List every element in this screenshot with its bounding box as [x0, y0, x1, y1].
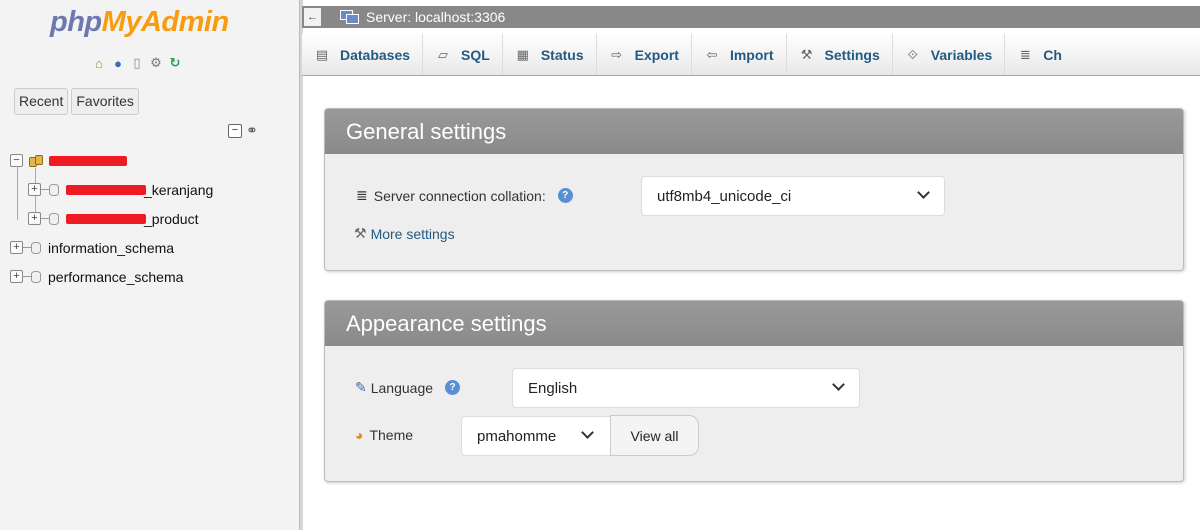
phpmyadmin-window: phpMyAdmin ⌂ ● ▯ ⚙ ↻ Recent Favorites − … — [0, 0, 1200, 530]
general-settings-title: General settings — [325, 109, 1183, 154]
language-icon: ✎ — [355, 379, 367, 395]
server-breadcrumb-bar: ← Server: localhost:3306 — [302, 6, 1200, 28]
view-all-themes-button[interactable]: View all — [610, 415, 699, 456]
home-icon[interactable]: ⌂ — [91, 55, 107, 71]
more-settings-link[interactable]: ⚒ More settings — [354, 225, 455, 242]
collapse-icon[interactable]: − — [10, 154, 23, 167]
tab-export[interactable]: ⇨ Export — [597, 34, 692, 75]
expand-icon[interactable]: + — [28, 183, 41, 196]
list-icon: ≣ — [356, 187, 368, 203]
chevron-down-icon — [917, 186, 930, 199]
theme-row: ◕ Theme — [355, 427, 413, 443]
redacted-label — [49, 155, 127, 166]
sidebar-resize-handle[interactable] — [300, 0, 303, 530]
language-row: ✎ Language ? — [355, 379, 461, 396]
settings-icon[interactable]: ⚙ — [148, 55, 164, 71]
language-label: Language — [370, 379, 434, 396]
wrench-icon: ⚒ — [354, 225, 367, 241]
redacted-label — [66, 213, 146, 224]
theme-icon: ◕ — [355, 427, 364, 443]
db-name[interactable]: _product — [144, 211, 198, 227]
tree-db-group[interactable]: − — [10, 146, 213, 175]
collapse-all-icon[interactable]: − — [228, 123, 242, 138]
tree-db-item[interactable]: + performance_schema — [10, 262, 213, 291]
quick-links: ⌂ ● ▯ ⚙ ↻ — [91, 55, 183, 71]
wrench-icon: ⚒ — [800, 46, 813, 62]
expand-icon[interactable]: + — [28, 212, 41, 225]
tab-databases[interactable]: ▤ Databases — [302, 34, 424, 75]
db-name[interactable]: performance_schema — [48, 269, 183, 285]
appearance-settings-panel: Appearance settings ✎ Language ? English… — [324, 300, 1184, 482]
favorites-tab[interactable]: Favorites — [71, 88, 139, 115]
db-name[interactable]: _keranjang — [144, 182, 213, 198]
redacted-label — [66, 184, 146, 195]
variables-icon: ⟐ — [907, 46, 918, 62]
import-icon: ⇦ — [706, 46, 718, 62]
tab-status[interactable]: ▦ Status — [503, 34, 597, 75]
database-icon: ▤ — [315, 46, 329, 62]
chevron-down-icon — [832, 378, 845, 391]
language-select[interactable]: English — [512, 368, 860, 408]
expand-icon[interactable]: + — [10, 241, 23, 254]
top-menu-tabs: ▤ Databases ▱ SQL ▦ Status ⇨ Export ⇦ Import … — [302, 34, 1200, 76]
appearance-settings-title: Appearance settings — [325, 301, 1183, 346]
tab-variables[interactable]: ⟐ Variables — [893, 34, 1006, 75]
navigation-sidebar: phpMyAdmin ⌂ ● ▯ ⚙ ↻ Recent Favorites − … — [0, 0, 303, 530]
sql-icon: ▱ — [438, 46, 449, 62]
tree-db-item[interactable]: + information_schema — [10, 233, 213, 262]
theme-label: Theme — [369, 427, 414, 443]
database-tree: − + _keranjang + _product + information_… — [10, 146, 213, 291]
tab-settings[interactable]: ⚒ Settings — [787, 34, 893, 75]
tab-import[interactable]: ⇦ Import — [692, 34, 787, 75]
server-icon — [340, 10, 360, 24]
database-icon — [49, 183, 59, 196]
tab-charsets[interactable]: ≣ Ch — [1005, 34, 1074, 75]
docs-icon[interactable]: ▯ — [129, 55, 145, 71]
collapse-sidebar-button[interactable]: ← — [304, 8, 321, 26]
collation-label: Server connection collation: — [373, 187, 546, 204]
tree-db-item[interactable]: + _keranjang — [10, 175, 213, 204]
phpmyadmin-logo[interactable]: phpMyAdmin — [50, 6, 229, 39]
chevron-down-icon — [581, 426, 594, 439]
database-icon — [49, 212, 59, 225]
theme-select[interactable]: pmahomme — [461, 416, 611, 456]
tree-db-item[interactable]: + _product — [10, 204, 213, 233]
reload-icon[interactable]: ↻ — [167, 55, 183, 71]
tree-tools: − ⚭ — [228, 122, 258, 139]
expand-icon[interactable]: + — [10, 270, 23, 283]
link-icon[interactable]: ⚭ — [246, 122, 258, 139]
db-name[interactable]: information_schema — [48, 240, 174, 256]
status-icon: ▦ — [516, 46, 529, 62]
help-icon[interactable]: ? — [445, 380, 461, 395]
tab-sql[interactable]: ▱ SQL — [423, 34, 503, 75]
sidebar-tabs: Recent Favorites — [14, 88, 139, 115]
database-icon — [31, 270, 41, 283]
export-icon: ⇨ — [611, 46, 623, 62]
database-icon — [31, 241, 41, 254]
exit-icon[interactable]: ● — [110, 55, 126, 71]
recent-tab[interactable]: Recent — [14, 88, 69, 115]
help-icon[interactable]: ? — [557, 188, 573, 203]
charsets-icon: ≣ — [1019, 46, 1031, 62]
database-group-icon — [27, 154, 45, 168]
collation-select[interactable]: utf8mb4_unicode_ci — [641, 176, 945, 216]
collation-row: ≣ Server connection collation: ? — [356, 187, 573, 204]
general-settings-panel: General settings ≣ Server connection col… — [324, 108, 1184, 271]
server-title[interactable]: Server: localhost:3306 — [366, 9, 505, 25]
